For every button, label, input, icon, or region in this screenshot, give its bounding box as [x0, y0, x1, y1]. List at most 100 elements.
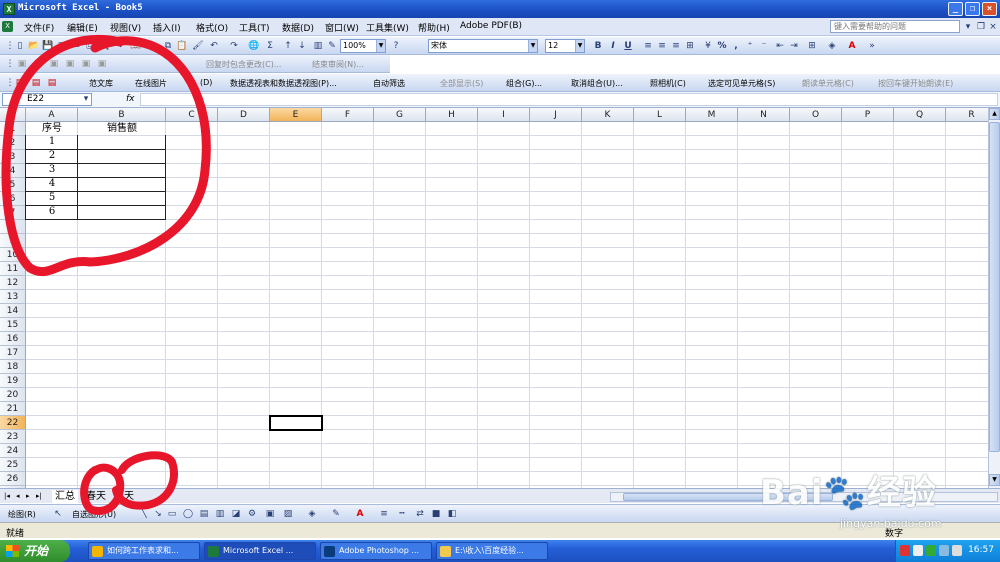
chart-wizard-icon[interactable]: ▥: [312, 40, 324, 52]
underline-button[interactable]: U: [622, 40, 634, 52]
next-sheet-button[interactable]: ▸: [26, 492, 30, 500]
increase-indent-icon[interactable]: ⇥: [788, 40, 800, 52]
column-header-m[interactable]: M: [686, 108, 738, 122]
doc-restore-button[interactable]: ❐: [975, 21, 987, 33]
textbox-icon[interactable]: ▤: [198, 508, 210, 520]
save-icon[interactable]: 💾: [42, 40, 54, 52]
cut-icon[interactable]: ✂: [148, 40, 160, 52]
sheet-tab-summer[interactable]: 夏天: [114, 490, 134, 503]
autofilter-button[interactable]: 自动筛选: [373, 78, 405, 89]
row-header-9[interactable]: 9: [0, 234, 26, 248]
column-header-n[interactable]: N: [738, 108, 790, 122]
task-explorer[interactable]: E:\收入\百度经验...: [436, 542, 548, 560]
select-objects-icon[interactable]: ↖: [52, 508, 64, 520]
row-header-6[interactable]: 6: [0, 192, 26, 206]
pdf-icon[interactable]: ▤: [46, 77, 58, 89]
rectangle-icon[interactable]: ▭: [166, 508, 178, 520]
font-color-icon[interactable]: A: [846, 40, 858, 52]
task-browser[interactable]: 如何跨工作表求和...: [88, 542, 200, 560]
vertical-scroll-thumb[interactable]: [989, 122, 1000, 452]
spelling-icon[interactable]: ✓: [116, 40, 128, 52]
draw-menu-button[interactable]: 绘图(R): [8, 509, 36, 520]
speak-on-enter-button[interactable]: 按回车键开始朗读(E): [878, 78, 953, 89]
row-header-18[interactable]: 18: [0, 360, 26, 374]
vertical-scrollbar[interactable]: ▲ ▼: [988, 108, 1000, 488]
column-header-f[interactable]: F: [322, 108, 374, 122]
wordart-icon[interactable]: ◪: [230, 508, 242, 520]
help-icon[interactable]: ?: [390, 40, 402, 52]
column-header-o[interactable]: O: [790, 108, 842, 122]
currency-icon[interactable]: ¥: [702, 40, 714, 52]
undo-icon[interactable]: ↶: [208, 40, 220, 52]
decrease-indent-icon[interactable]: ⇤: [774, 40, 786, 52]
review-icon[interactable]: ▣: [32, 58, 44, 70]
row-header-20[interactable]: 20: [0, 388, 26, 402]
menu-data[interactable]: 数据(D): [282, 21, 314, 34]
row-header-13[interactable]: 13: [0, 290, 26, 304]
row-header-7[interactable]: 7: [0, 206, 26, 220]
arrow-style-icon[interactable]: ⇄: [414, 508, 426, 520]
zoom-select[interactable]: 100% ▼: [340, 39, 386, 53]
column-header-a[interactable]: A: [26, 108, 78, 122]
copy-icon[interactable]: ⧉: [162, 40, 174, 52]
pdf-icon[interactable]: ▤: [30, 77, 42, 89]
row-header-10[interactable]: 10: [0, 248, 26, 262]
menu-help[interactable]: 帮助(H): [418, 21, 450, 34]
minimize-button[interactable]: _: [948, 2, 963, 16]
table-cell[interactable]: 2: [25, 149, 78, 164]
online-pictures-button[interactable]: 在线图片: [135, 78, 167, 89]
column-header-b[interactable]: B: [78, 108, 166, 122]
table-cell[interactable]: [77, 177, 166, 192]
column-header-j[interactable]: J: [530, 108, 582, 122]
shadow-icon[interactable]: ■: [430, 508, 442, 520]
align-left-icon[interactable]: ≡: [642, 40, 654, 52]
vertical-textbox-icon[interactable]: ▥: [214, 508, 226, 520]
prev-sheet-button[interactable]: ◂: [16, 492, 20, 500]
comma-button[interactable]: ,: [730, 40, 742, 52]
autoshapes-button[interactable]: 自选图形(U): [72, 509, 116, 520]
table-header-cell[interactable]: 销售额: [78, 122, 166, 136]
email-icon[interactable]: ✉: [70, 40, 82, 52]
table-cell[interactable]: [77, 205, 166, 220]
excel-app-icon[interactable]: X: [3, 3, 15, 15]
print-preview-icon[interactable]: 🔍: [98, 40, 110, 52]
table-cell[interactable]: 4: [25, 177, 78, 192]
workbook-icon[interactable]: X: [2, 21, 13, 32]
row-header-15[interactable]: 15: [0, 318, 26, 332]
tray-app-icon[interactable]: [926, 545, 936, 556]
tray-app-icon[interactable]: [913, 545, 923, 556]
row-header-12[interactable]: 12: [0, 276, 26, 290]
column-header-g[interactable]: G: [374, 108, 426, 122]
sheet-tab-spring[interactable]: 春天: [86, 490, 106, 503]
borders-icon[interactable]: ⊞: [806, 40, 818, 52]
maximize-button[interactable]: ❐: [965, 2, 980, 16]
clipart-icon[interactable]: ▣: [264, 508, 276, 520]
research-icon[interactable]: 📖: [130, 40, 142, 52]
scroll-down-icon[interactable]: ▼: [989, 474, 1000, 486]
extra-d-button[interactable]: (D): [200, 78, 212, 87]
hyperlink-icon[interactable]: 🌐: [248, 40, 260, 52]
menu-edit[interactable]: 编辑(E): [67, 21, 98, 34]
table-cell[interactable]: 5: [25, 191, 78, 206]
fill-color-icon[interactable]: ◈: [306, 508, 318, 520]
menu-view[interactable]: 视图(V): [110, 21, 141, 34]
row-header-21[interactable]: 21: [0, 402, 26, 416]
task-photoshop[interactable]: Adobe Photoshop ...: [320, 542, 432, 560]
show-all-button[interactable]: 全部显示(S): [440, 78, 483, 89]
row-header-16[interactable]: 16: [0, 332, 26, 346]
redo-icon[interactable]: ↷: [228, 40, 240, 52]
font-select[interactable]: 宋体 ▼: [428, 39, 538, 53]
column-header-q[interactable]: Q: [894, 108, 946, 122]
end-review-button[interactable]: 结束审阅(N)...: [312, 59, 364, 70]
scroll-up-icon[interactable]: ▲: [989, 108, 1000, 120]
worksheet-grid[interactable]: A B C D E F G H I J K L M N O P Q R 1 2 3 4 5 6 7 8 9 10 11 12 13 14 15 1…: [0, 108, 988, 488]
menu-insert[interactable]: 插入(I): [153, 21, 181, 34]
column-header-c[interactable]: C: [166, 108, 218, 122]
group-button[interactable]: 组合(G)...: [506, 78, 542, 89]
start-button[interactable]: 开始: [0, 540, 70, 562]
new-icon[interactable]: ▯: [14, 40, 26, 52]
chevron-down-icon[interactable]: ▼: [575, 40, 584, 52]
autosum-icon[interactable]: Σ: [264, 40, 276, 52]
column-header-i[interactable]: I: [478, 108, 530, 122]
row-header-1[interactable]: 1: [0, 122, 26, 136]
